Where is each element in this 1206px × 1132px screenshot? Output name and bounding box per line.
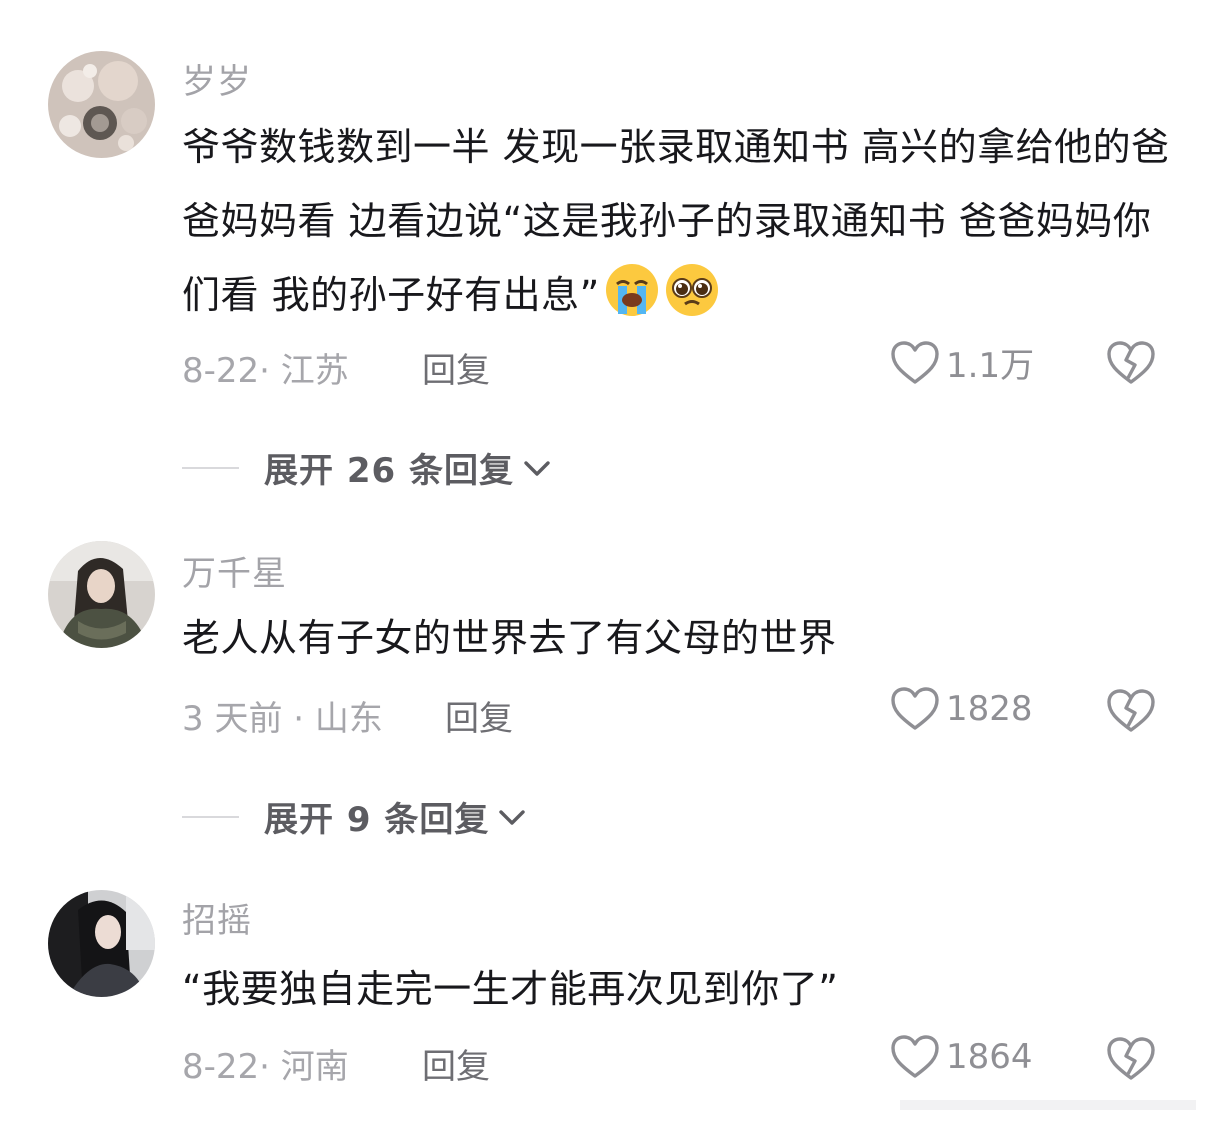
expand-replies-button[interactable]: 展开 26 条回复 (182, 443, 552, 492)
heart-icon (891, 687, 939, 730)
comment-meta: 8-22· 河南 (182, 1047, 349, 1087)
loudly-crying-face-emoji (605, 264, 658, 316)
pleading-face-emoji (665, 264, 718, 316)
comment-text: “我要独自走完一生才能再次见到你了” (182, 952, 1172, 1026)
broken-heart-icon[interactable] (1106, 688, 1156, 734)
broken-heart-icon[interactable] (1106, 340, 1156, 386)
comment-text-body: “我要独自走完一生才能再次见到你了” (182, 967, 839, 1011)
expand-replies-button[interactable]: 展开 9 条回复 (182, 792, 527, 841)
reply-button[interactable]: 回复 (422, 1039, 490, 1088)
avatar[interactable] (48, 51, 155, 158)
username[interactable]: 万千星 (182, 546, 287, 595)
username[interactable]: 招摇 (182, 893, 252, 942)
like-button[interactable]: 1.1万 (890, 338, 1034, 387)
chevron-down-icon (499, 809, 526, 825)
divider-line (182, 466, 239, 469)
like-count: 1828 (946, 689, 1033, 729)
comment-text: 爷爷数钱数到一半 发现一张录取通知书 高兴的拿给他的爸爸妈妈看 边看边说“这是我… (182, 110, 1172, 332)
avatar[interactable] (48, 890, 155, 997)
heart-icon (891, 340, 939, 384)
avatar[interactable] (48, 541, 155, 648)
expand-replies-label: 展开 9 条回复 (264, 800, 490, 840)
chevron-down-icon (524, 460, 550, 476)
divider-line (182, 815, 239, 818)
comment-text-body: 老人从有子女的世界去了有父母的世界 (182, 616, 837, 660)
heart-icon (891, 1035, 939, 1078)
expand-replies-label: 展开 26 条回复 (264, 451, 514, 491)
reply-button[interactable]: 回复 (445, 691, 513, 740)
watermark-image (900, 1100, 1196, 1110)
comment-meta: 8-22· 江苏 (182, 351, 349, 391)
like-button[interactable]: 1864 (890, 1034, 1033, 1080)
username[interactable]: 岁岁 (182, 54, 252, 103)
comment-text: 老人从有子女的世界去了有父母的世界 (182, 601, 1172, 675)
like-count: 1.1万 (946, 346, 1035, 386)
reply-button[interactable]: 回复 (422, 343, 490, 392)
broken-heart-icon[interactable] (1106, 1036, 1156, 1082)
like-count: 1864 (946, 1037, 1033, 1077)
like-button[interactable]: 1828 (890, 686, 1033, 732)
comment-meta: 3 天前 · 山东 (182, 699, 383, 739)
